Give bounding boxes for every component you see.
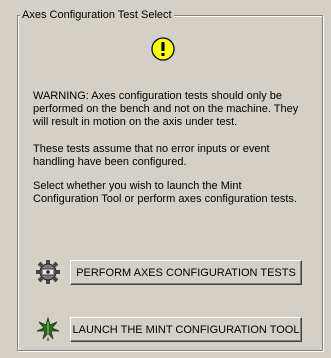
warning-text: WARNING: Axes configuration tests should… — [33, 90, 299, 128]
mint-leaf-icon — [36, 316, 60, 341]
perform-axes-tests-button[interactable]: PERFORM AXES CONFIGURATION TESTS — [70, 260, 302, 285]
instruction-text: Select whether you wish to launch the Mi… — [33, 180, 297, 205]
warning-icon — [151, 37, 175, 61]
assumption-text: These tests assume that no error inputs … — [33, 143, 270, 168]
motor-gear-icon — [36, 260, 60, 284]
launch-mint-config-tool-button[interactable]: LAUNCH THE MINT CONFIGURATION TOOL — [70, 317, 302, 342]
groupbox-title: Axes Configuration Test Select — [20, 8, 174, 22]
